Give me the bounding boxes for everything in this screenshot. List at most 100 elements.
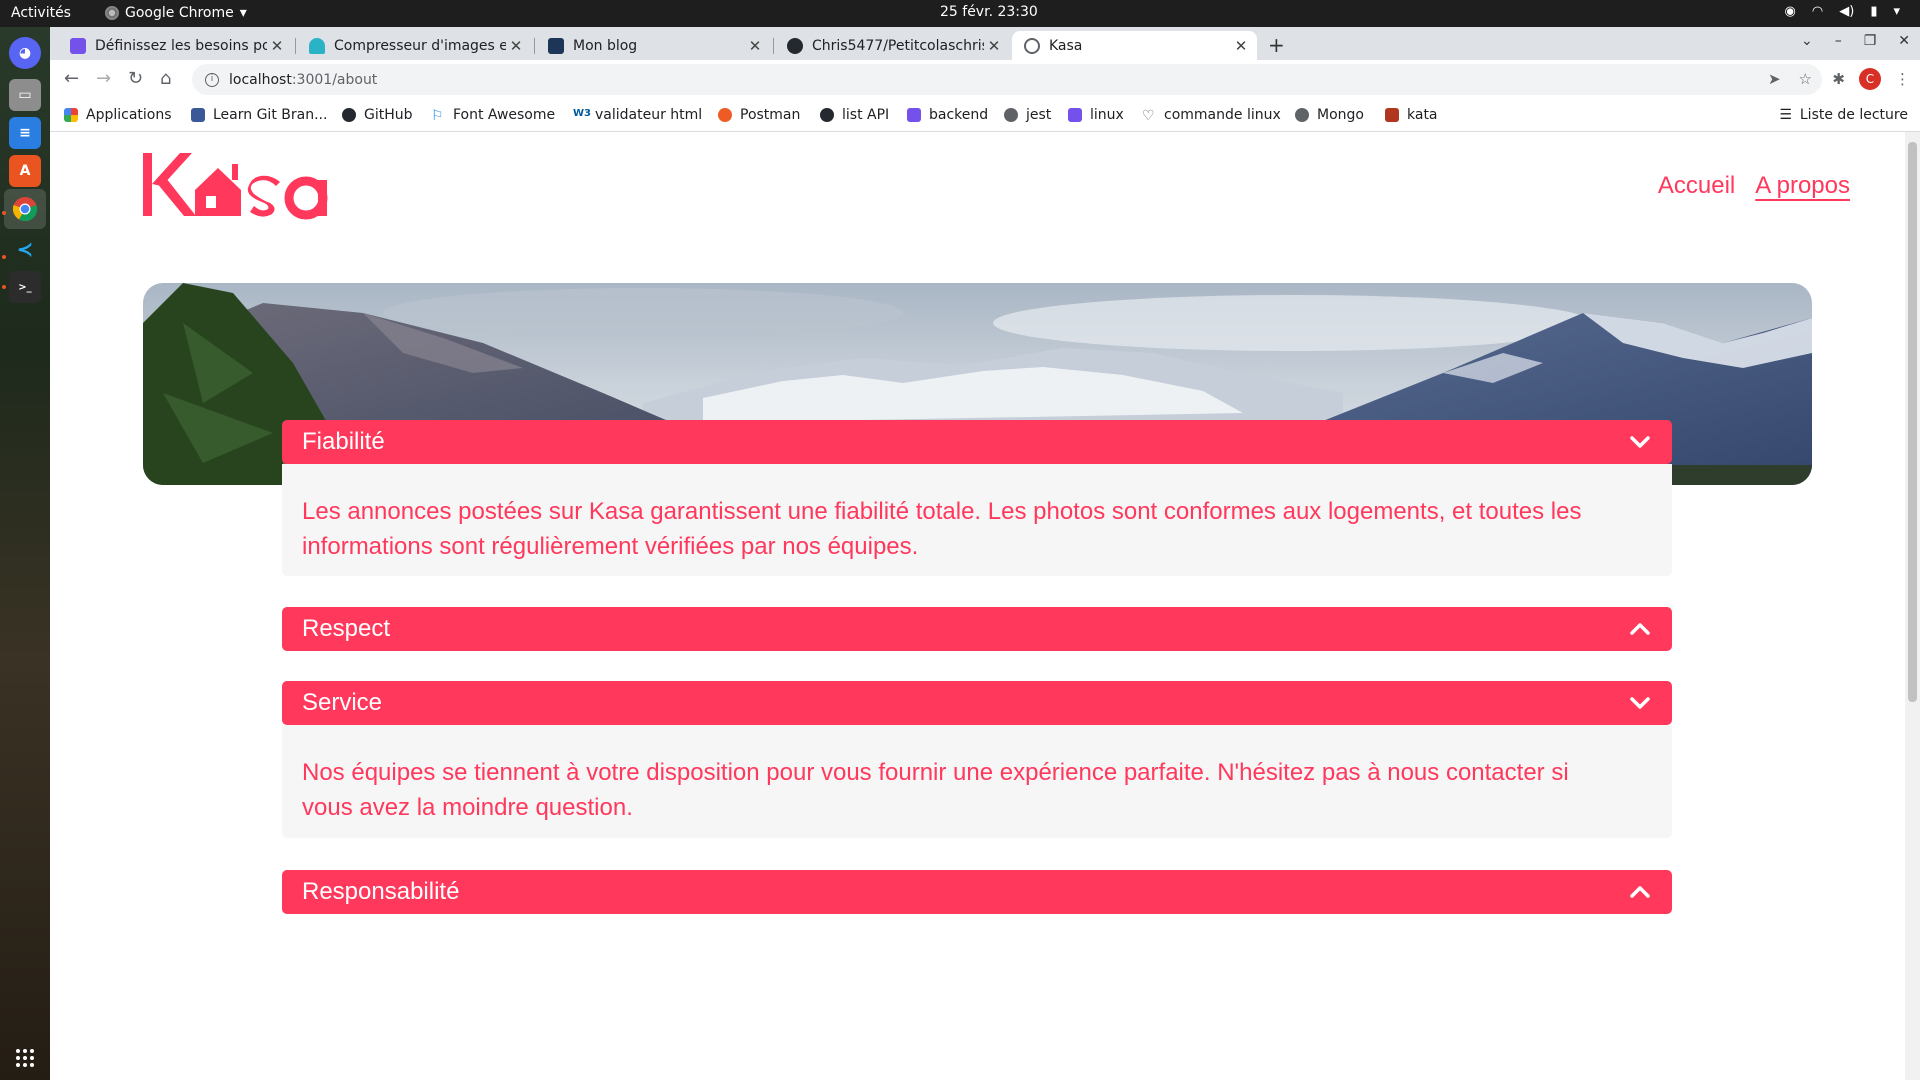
tab-search-icon[interactable]: ⌄ (1801, 33, 1813, 49)
collapse-title: Responsabilité (302, 878, 460, 905)
software-center-icon[interactable]: A (9, 155, 41, 187)
page-scrollbar[interactable] (1905, 132, 1920, 1080)
main-nav: Accueil A propos (1658, 172, 1850, 200)
bookmark-label: Applications (86, 107, 172, 123)
close-window-icon[interactable]: ✕ (1898, 33, 1910, 49)
collapse-text: Les annonces postées sur Kasa garantisse… (302, 498, 1582, 560)
discord-tray-icon[interactable]: ◉ (1785, 4, 1796, 19)
reload-icon[interactable]: ↻ (128, 68, 143, 89)
close-icon[interactable]: ✕ (984, 37, 1004, 55)
discord-icon[interactable]: ◕ (9, 37, 41, 69)
minimize-icon[interactable]: – (1835, 33, 1842, 49)
reading-list-button[interactable]: ☰ Liste de lecture (1779, 107, 1908, 123)
collapse-body-service: Nos équipes se tiennent à votre disposit… (282, 725, 1672, 838)
activities-button[interactable]: Activités (11, 5, 71, 21)
bookmark-validateur[interactable]: W3 validateur html (573, 107, 702, 123)
url-host: localhost (229, 71, 292, 88)
volume-icon[interactable]: ◀) (1839, 4, 1854, 19)
tab-favicon-icon (548, 37, 564, 54)
browser-window: Définissez les besoins po ✕ Compresseur … (50, 27, 1920, 132)
bookmark-star-icon[interactable]: ☆ (1799, 70, 1812, 88)
tab-strip: Définissez les besoins po ✕ Compresseur … (50, 27, 1920, 60)
chrome-dock-icon[interactable] (4, 189, 46, 229)
address-bar[interactable]: i localhost :3001/about ➤ ☆ (192, 64, 1822, 95)
kasa-logo[interactable] (140, 150, 330, 220)
close-icon[interactable]: ✕ (267, 37, 287, 55)
bookmarks-bar: Applications Learn Git Bran... GitHub ⚐ … (50, 99, 1920, 132)
wifi-icon[interactable]: ◠ (1812, 4, 1823, 19)
bookmark-learn-git[interactable]: Learn Git Bran... (191, 107, 327, 123)
home-icon[interactable]: ⌂ (160, 68, 171, 89)
tab-definissez[interactable]: Définissez les besoins po ✕ (58, 31, 293, 60)
close-icon[interactable]: ✕ (506, 37, 526, 55)
bookmark-kata[interactable]: kata (1385, 107, 1438, 123)
tab-mon-blog[interactable]: Mon blog ✕ (536, 31, 771, 60)
toolbar: ← → ↻ ⌂ i localhost :3001/about ➤ ☆ ✱ C … (50, 60, 1920, 99)
tab-favicon-icon (309, 37, 325, 54)
chevron-down-icon[interactable]: ▾ (1893, 4, 1900, 19)
bookmark-label: jest (1026, 107, 1052, 123)
profile-avatar[interactable]: C (1859, 68, 1881, 90)
site-info-icon[interactable]: i (205, 72, 219, 87)
tab-title: Mon blog (573, 37, 638, 54)
bookmark-label: list API (842, 107, 890, 123)
nav-link-accueil[interactable]: Accueil (1658, 172, 1735, 200)
close-icon[interactable]: ✕ (745, 37, 765, 55)
bookmark-github[interactable]: GitHub (342, 107, 413, 123)
collapse-title: Service (302, 689, 383, 716)
bookmark-jest[interactable]: jest (1004, 107, 1051, 123)
learn-git-icon (191, 108, 205, 122)
bookmark-font-awesome[interactable]: ⚐ Font Awesome (431, 107, 555, 124)
chevron-down-icon (1630, 436, 1650, 448)
collapse-header-responsabilite[interactable]: Responsabilité (282, 870, 1672, 914)
tab-separator (295, 38, 296, 54)
system-top-bar: Activités Google Chrome ▾ 25 févr. 23:30… (0, 0, 1920, 27)
openclassrooms-icon (907, 108, 921, 122)
chrome-logo-icon (12, 197, 38, 222)
bookmark-mongo[interactable]: Mongo (1295, 107, 1364, 123)
menu-kebab-icon[interactable]: ⋮ (1895, 70, 1910, 88)
bookmark-label: backend (929, 107, 989, 123)
extensions-puzzle-icon[interactable]: ✱ (1832, 70, 1845, 88)
bookmark-linux[interactable]: linux (1068, 107, 1124, 123)
bookmark-postman[interactable]: Postman (718, 107, 800, 123)
github-icon (342, 108, 356, 122)
new-tab-button[interactable]: + (1268, 33, 1285, 57)
vscode-icon[interactable]: ≺ (9, 233, 41, 265)
close-icon[interactable]: ✕ (1231, 37, 1251, 55)
bookmark-list-api[interactable]: list API (820, 107, 889, 123)
tab-compresseur[interactable]: Compresseur d'images en ✕ (297, 31, 532, 60)
send-icon[interactable]: ➤ (1768, 70, 1781, 88)
running-indicator (2, 285, 6, 289)
app-menu-label: Google Chrome (125, 5, 234, 21)
text-editor-icon[interactable]: ≡ (9, 117, 41, 149)
collapse-header-service[interactable]: Service (282, 681, 1672, 725)
clock[interactable]: 25 févr. 23:30 (940, 4, 1038, 20)
collapse-header-fiabilite[interactable]: Fiabilité (282, 420, 1672, 464)
tab-kasa[interactable]: Kasa ✕ (1012, 31, 1257, 60)
collapse-header-respect[interactable]: Respect (282, 607, 1672, 651)
maximize-icon[interactable]: ❐ (1864, 33, 1877, 49)
bookmark-applications[interactable]: Applications (64, 107, 172, 123)
bookmark-label: linux (1090, 107, 1124, 123)
nav-link-a-propos[interactable]: A propos (1755, 172, 1850, 200)
system-tray[interactable]: ◉ ◠ ◀) ▮ ▾ (1785, 4, 1900, 19)
files-icon[interactable]: ▭ (9, 79, 41, 111)
forward-arrow-icon[interactable]: → (96, 68, 111, 89)
bookmark-label: GitHub (364, 107, 413, 123)
running-indicator (2, 211, 6, 215)
show-applications-icon[interactable] (16, 1049, 34, 1067)
back-arrow-icon[interactable]: ← (64, 68, 79, 89)
tab-separator (773, 38, 774, 54)
collapse-body-fiabilite: Les annonces postées sur Kasa garantisse… (282, 464, 1672, 576)
github-icon (787, 37, 803, 54)
globe-icon (1024, 37, 1040, 54)
github-icon (820, 108, 834, 122)
battery-icon[interactable]: ▮ (1870, 4, 1877, 19)
terminal-icon[interactable]: >_ (9, 271, 41, 303)
bookmark-backend[interactable]: backend (907, 107, 988, 123)
tab-github[interactable]: Chris5477/Petitcolaschris ✕ (775, 31, 1010, 60)
app-menu[interactable]: Google Chrome ▾ (105, 5, 247, 21)
bookmark-commande-linux[interactable]: ♡ commande linux (1142, 107, 1281, 124)
scrollbar-thumb[interactable] (1908, 142, 1917, 702)
